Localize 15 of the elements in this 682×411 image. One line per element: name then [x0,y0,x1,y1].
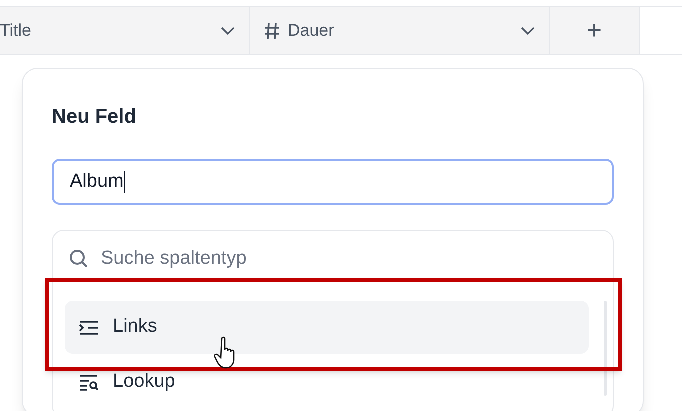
search-icon [69,249,89,269]
column-title: Dauer [288,20,336,42]
field-name-input[interactable]: Album [52,159,614,205]
list-search-icon [79,374,99,390]
column-type-option[interactable]: Links [65,301,589,354]
column-title: Title [0,20,32,42]
type-search-field[interactable]: Suche spaltentyp [101,244,501,274]
chevron-down-icon [221,26,235,34]
hash-icon [264,22,280,40]
indent-lines-icon [79,320,99,334]
column-header[interactable]: Dauer [250,7,550,55]
dialog-title: Neu Feld [52,105,138,129]
column-header[interactable]: Title [0,7,250,55]
add-column-button[interactable]: + [550,7,640,55]
chevron-down-icon [521,26,535,34]
